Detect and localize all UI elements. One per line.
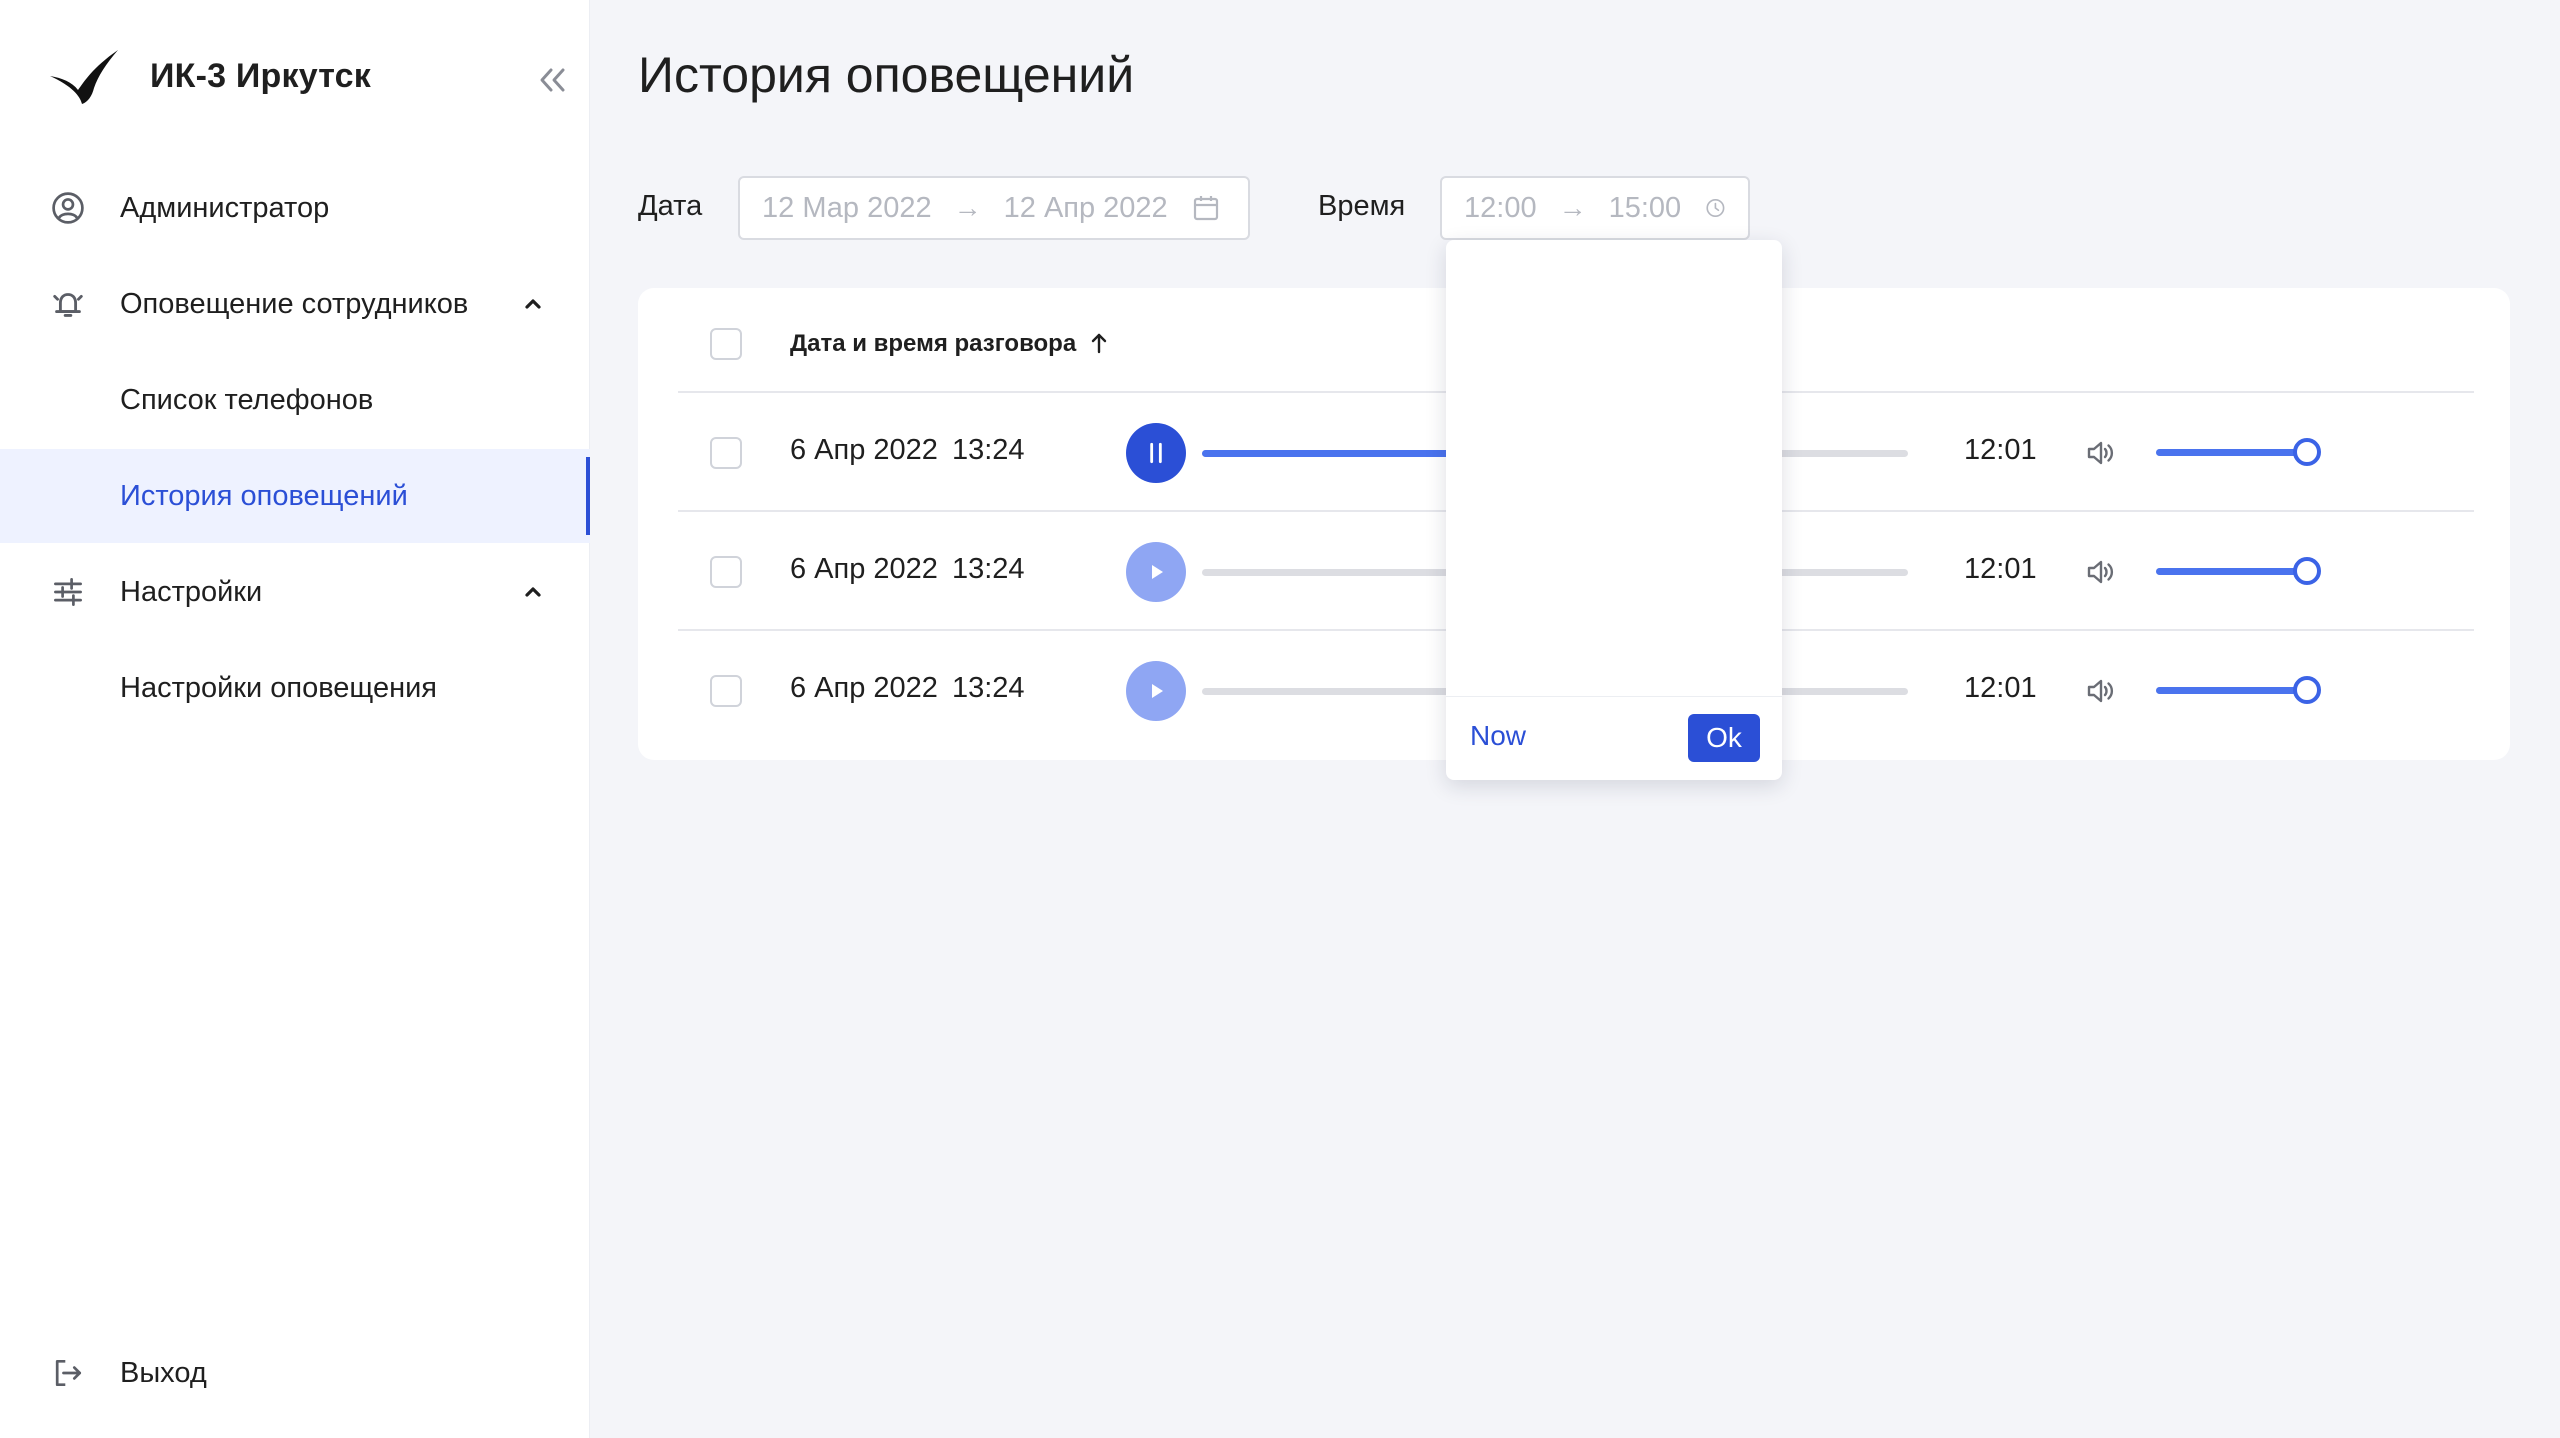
sidebar-item-alerts[interactable]: Оповещение сотрудников — [0, 257, 590, 351]
volume-handle[interactable] — [2292, 557, 2321, 585]
brand-name: ИК-3 Иркутск — [150, 56, 371, 95]
sidebar-item-phone-list[interactable]: Список телефонов — [0, 353, 590, 447]
arrow-up-icon[interactable] — [1086, 330, 1112, 356]
clock-icon — [1706, 198, 1725, 218]
row-checkbox[interactable] — [710, 556, 742, 588]
time-picker-ok-button[interactable]: Ok — [1688, 714, 1760, 762]
bell-ring-icon — [48, 284, 88, 324]
playback-progress-fill — [1202, 450, 1464, 457]
time-range-picker[interactable]: 12:00 → 15:00 — [1440, 176, 1750, 240]
date-to[interactable]: 12 Апр 2022 — [1004, 192, 1168, 225]
sidebar: ИК-3 Иркутск Администратор Оповещение со… — [0, 0, 590, 1438]
date-range-picker[interactable]: 12 Мар 2022 → 12 Апр 2022 — [738, 176, 1250, 240]
volume-handle[interactable] — [2292, 438, 2321, 466]
row-checkbox[interactable] — [710, 675, 742, 707]
volume-handle[interactable] — [2292, 676, 2321, 704]
sidebar-item-label: Настройки оповещения — [120, 671, 438, 704]
row-date: 6 Апр 2022 — [790, 553, 938, 585]
time-picker-now-button[interactable]: Now — [1470, 720, 1526, 752]
play-icon — [1152, 684, 1163, 698]
volume-fill — [2156, 449, 2307, 456]
play-button[interactable] — [1126, 661, 1186, 721]
time-picker-panel[interactable] — [1446, 240, 1782, 696]
logout-button[interactable]: Выход — [0, 1326, 590, 1420]
time-from[interactable]: 12:00 — [1464, 192, 1537, 225]
logout-label: Выход — [120, 1356, 207, 1389]
column-header-datetime[interactable]: Дата и время разговора — [790, 330, 1076, 358]
range-arrow: → — [953, 192, 982, 223]
pause-button[interactable] — [1126, 423, 1186, 483]
sidebar-item-label: Список телефонов — [120, 383, 374, 416]
play-icon — [1152, 565, 1163, 579]
row-duration: 12:01 — [1964, 434, 2037, 466]
sidebar-item-label: Настройки — [120, 575, 263, 608]
calendar-icon — [1193, 196, 1218, 221]
time-picker-footer-divider — [1446, 696, 1782, 697]
sidebar-item-label: История оповещений — [120, 479, 408, 512]
date-from[interactable]: 12 Мар 2022 — [762, 192, 932, 225]
sidebar-item-alert-history[interactable]: История оповещений — [0, 449, 590, 543]
select-all-checkbox[interactable] — [710, 328, 742, 360]
volume-icon[interactable] — [2084, 555, 2118, 589]
sidebar-item-alert-settings[interactable]: Настройки оповещения — [0, 641, 590, 735]
volume-fill — [2156, 687, 2307, 694]
range-arrow: → — [1558, 192, 1587, 223]
double-chevron-left-icon — [540, 68, 565, 92]
play-button[interactable] — [1126, 542, 1186, 602]
volume-icon[interactable] — [2084, 436, 2118, 470]
page-title: История оповещений — [638, 47, 1135, 103]
row-time: 13:24 — [951, 672, 1025, 704]
volume-fill — [2156, 568, 2307, 575]
pause-icon — [1150, 442, 1162, 464]
collapse-sidebar-button[interactable] — [534, 62, 570, 98]
time-to[interactable]: 15:00 — [1609, 192, 1682, 225]
row-duration: 12:01 — [1964, 553, 2037, 585]
brand: ИК-3 Иркутск — [48, 46, 371, 106]
chevron-up-icon — [525, 299, 541, 309]
sidebar-item-admin[interactable]: Администратор — [0, 161, 590, 255]
chevron-up-icon — [525, 587, 541, 597]
sidebar-item-settings[interactable]: Настройки — [0, 545, 590, 639]
row-datetime: 6 Апр 2022 13:24 — [790, 553, 1025, 586]
logout-icon — [48, 1353, 88, 1393]
bird-logo-icon — [50, 50, 118, 104]
row-date: 6 Апр 2022 — [790, 434, 938, 466]
row-time: 13:24 — [951, 434, 1025, 466]
row-datetime: 6 Апр 2022 13:24 — [790, 434, 1025, 467]
sidebar-item-label: Администратор — [120, 191, 330, 224]
sliders-icon — [48, 572, 88, 612]
time-filter-label: Время — [1318, 190, 1406, 222]
row-duration: 12:01 — [1964, 672, 2037, 704]
time-picker-dropdown: Now Ok — [1446, 240, 1782, 780]
row-checkbox[interactable] — [710, 437, 742, 469]
date-filter-label: Дата — [638, 190, 703, 222]
sidebar-item-label: Оповещение сотрудников — [120, 287, 469, 320]
volume-icon[interactable] — [2084, 674, 2118, 708]
row-time: 13:24 — [951, 553, 1025, 585]
row-datetime: 6 Апр 2022 13:24 — [790, 672, 1025, 705]
row-date: 6 Апр 2022 — [790, 672, 938, 704]
user-circle-icon — [48, 188, 88, 228]
